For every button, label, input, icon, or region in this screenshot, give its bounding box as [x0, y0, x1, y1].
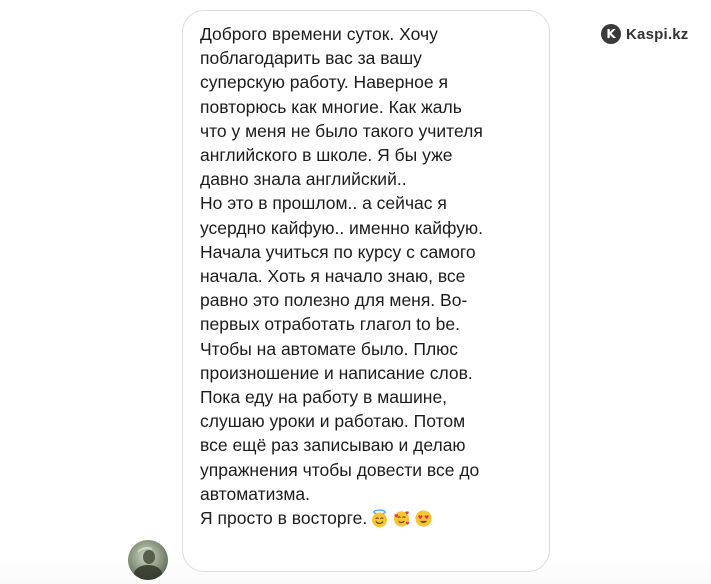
message-line: Доброго времени суток. Хочу	[200, 24, 438, 44]
watermark-label: Kaspi.kz	[626, 25, 689, 43]
message-line: усердно кайфую.. именно кайфую.	[200, 217, 483, 238]
message-line: повторюсь как многие. Как жаль	[200, 96, 462, 117]
message-line: суперскую работу. Наверное я	[200, 72, 448, 93]
message-line: произношение и написание слов.	[200, 362, 473, 383]
smiling-face-with-halo-icon	[370, 509, 389, 528]
avatar[interactable]	[128, 540, 168, 580]
message-line: Я просто в восторге.	[200, 508, 368, 529]
message-line: Начала учиться по курсу с самого	[200, 241, 476, 262]
message-line: все ещё раз записываю и делаю	[200, 435, 466, 456]
message-line: что у меня не было такого учителя	[200, 120, 483, 141]
message-line: автоматизма.	[200, 483, 311, 504]
message-last-line: Я просто в восторге.	[200, 506, 545, 530]
message-line: Пока еду на работу в машине,	[200, 387, 448, 408]
emoji-row	[370, 509, 433, 528]
smiling-face-with-hearts-icon	[392, 509, 411, 528]
message-line: Но это в прошлом.. а сейчас я	[200, 193, 447, 214]
message-line: слушаю уроки и работаю. Потом	[200, 411, 466, 432]
message-line: поблагодарить вас за вашу	[200, 48, 422, 69]
message-text: Доброго времени суток. Хочу поблагодарит…	[200, 22, 545, 530]
message-line: равно это полезно для меня. Во-	[200, 290, 468, 311]
message-line: английского в школе. Я бы уже	[200, 145, 453, 166]
message-line: начала. Хоть я начало знаю, все	[200, 266, 466, 287]
message-line: упражнения чтобы довести все до	[200, 459, 480, 480]
message-line: давно знала английский..	[200, 169, 407, 190]
kaspi-watermark: K Kaspi.kz	[601, 24, 688, 44]
heart-eyes-icon	[414, 509, 433, 528]
kaspi-logo-icon: K	[601, 24, 621, 44]
message-line: Чтобы на автомате было. Плюс	[200, 338, 459, 359]
message-line: первых отработать глагол to be.	[200, 314, 460, 335]
